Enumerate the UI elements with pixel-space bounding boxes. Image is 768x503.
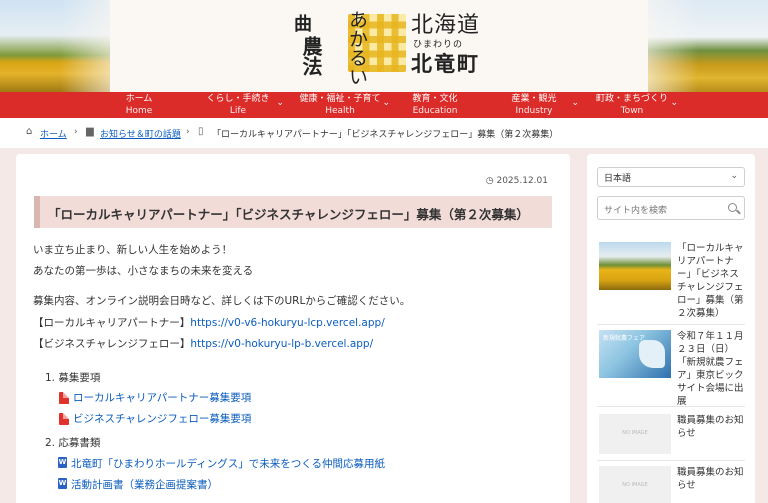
pdf-icon <box>59 413 69 425</box>
logo-kanji[interactable]: 曲 農法 <box>294 14 338 76</box>
article-card: ◷ 2025.12.01 「ローカルキャリアパートナー」「ビジネスチャレンジフェ… <box>16 154 570 503</box>
title-accent-bar <box>34 196 40 228</box>
folder-icon: ▆ <box>86 126 94 137</box>
divider <box>597 460 745 461</box>
nav-item-sublabel: Home <box>125 106 153 116</box>
post-thumbnail: NO IMAGE <box>599 466 671 503</box>
breadcrumb: ⌂ ホーム › ▆ お知らせ＆町の話題 › ▯ 「ローカルキャリアパートナー」「… <box>0 118 768 148</box>
logo-akarui: あかるい <box>346 10 368 86</box>
home-icon: ⌂ <box>26 126 33 137</box>
post-thumbnail: 新規就農フェア <box>599 330 671 378</box>
header-fade-left <box>60 0 140 92</box>
post-date: ◷ 2025.12.01 <box>486 176 548 186</box>
divider <box>597 324 745 325</box>
chevron-down-icon: ⌄ <box>276 98 284 108</box>
nav-item-life[interactable]: くらし・手続き Life ⌄ <box>198 92 284 118</box>
thumbnail-caption: 新規就農フェア <box>603 335 646 342</box>
section-heading-1: 1. 募集要項 <box>45 372 101 384</box>
breadcrumb-category-link[interactable]: お知らせ＆町の話題 <box>100 130 181 140</box>
nav-item-label: 産業・観光 <box>511 94 557 104</box>
nav-item-label: 町政・まちづくり <box>595 94 668 104</box>
site-logo[interactable]: 北海道 ひまわりの 北竜町 <box>411 13 481 77</box>
noimage-label: NO IMAGE <box>622 482 648 488</box>
sidebar-post[interactable]: NO IMAGE 職員募集のお知らせ <box>599 466 745 503</box>
nav-item-sublabel: Town <box>620 106 644 116</box>
word-icon: W <box>58 478 67 489</box>
nav-item-label: 健康・福祉・子育て <box>299 94 381 104</box>
breadcrumb-home-link[interactable]: ホーム <box>40 130 67 140</box>
breadcrumb-category[interactable]: お知らせ＆町の話題 <box>100 127 181 140</box>
logo-kanji-bottom: 農法 <box>299 36 323 76</box>
search-icon[interactable] <box>728 203 737 212</box>
search-placeholder: サイト内を検索 <box>604 206 668 216</box>
sidebar-post[interactable]: 「ローカルキャリアパートナー」「ビジネスチャレンジフェロー」募集（第２次募集） <box>599 242 745 319</box>
header-fade-right <box>618 0 698 92</box>
intro-text: 募集内容、オンライン説明会日時など、詳しくは下のURLからご確認ください。 <box>33 295 411 307</box>
sidebar: 日本語 ⌄ サイト内を検索 「ローカルキャリアパートナー」「ビジネスチャレンジフ… <box>587 154 755 503</box>
post-thumbnail: NO IMAGE <box>599 414 671 454</box>
language-select[interactable]: 日本語 ⌄ <box>597 167 745 187</box>
nav-item-label: 教育・文化 <box>412 94 458 104</box>
doc-link-application-form[interactable]: 北竜町「ひまわりホールディングス」で未来をつくる仲間応募用紙 <box>71 456 385 471</box>
nav-item-sublabel: Education <box>412 106 458 116</box>
sidebar-post[interactable]: NO IMAGE 職員募集のお知らせ <box>599 414 745 454</box>
post-title: 職員募集のお知らせ <box>677 467 744 491</box>
site-header: 曲 農法 あかるい 北海道 ひまわりの 北竜町 <box>0 0 768 92</box>
logo-kanji-top: 曲 <box>294 14 312 35</box>
nav-item-industry[interactable]: 産業・観光 Industry ⌄ <box>505 92 579 118</box>
pdf-icon <box>59 392 69 404</box>
post-date-text: 2025.12.01 <box>496 176 548 186</box>
divider <box>597 406 745 407</box>
nav-item-label: ホーム <box>125 94 153 104</box>
language-select-value: 日本語 <box>604 174 632 184</box>
hokkaido-map-graphic <box>639 340 665 368</box>
nav-item-sublabel: Industry <box>515 106 553 116</box>
post-title: 令和７年１１月２３日（日）「新規就農フェア」東京ビックサイト会場に出展 <box>677 331 744 407</box>
post-thumbnail <box>599 242 671 290</box>
nav-item-town[interactable]: 町政・まちづくり Town ⌄ <box>594 92 678 118</box>
nav-item-home[interactable]: ホーム Home <box>106 92 172 118</box>
breadcrumb-home[interactable]: ホーム <box>40 127 67 140</box>
link-line-2: 【ビジネスチャレンジフェロー】https://v0-hokuryu-lp-b.v… <box>33 336 373 351</box>
logo-himawari: ひまわりの <box>413 40 464 50</box>
logo-hokuryu: 北竜町 <box>411 52 480 76</box>
chevron-down-icon: ⌄ <box>730 171 738 181</box>
page-icon: ▯ <box>198 126 204 137</box>
sidebar-post[interactable]: 新規就農フェア 令和７年１１月２３日（日）「新規就農フェア」東京ビックサイト会場… <box>599 330 745 407</box>
lead-line-1: いま立ち止まり、新しい人生を始めよう！ <box>33 244 233 256</box>
doc-link-lcp-guidelines[interactable]: ローカルキャリアパートナー募集要項 <box>73 390 251 405</box>
article-title: 「ローカルキャリアパートナー」「ビジネスチャレンジフェロー」募集（第２次募集） <box>48 207 529 222</box>
noimage-label: NO IMAGE <box>622 430 648 436</box>
bcf-url-link[interactable]: https://v0-hokuryu-lp-b.vercel.app/ <box>190 338 373 350</box>
clock-icon: ◷ <box>485 176 494 186</box>
nav-item-label: くらし・手続き <box>206 94 270 104</box>
article-title-box: 「ローカルキャリアパートナー」「ビジネスチャレンジフェロー」募集（第２次募集） <box>34 196 552 228</box>
nav-item-education[interactable]: 教育・文化 Education <box>404 92 466 118</box>
section-heading-2: 2. 応募書類 <box>45 437 101 449</box>
chevron-down-icon: ⌄ <box>382 98 390 108</box>
chevron-down-icon: ⌄ <box>670 98 678 108</box>
lead-line-2: あなたの第一歩は、小さなまちの未来を変える <box>33 265 254 277</box>
chevron-down-icon: ⌄ <box>571 98 579 108</box>
nav-item-sublabel: Health <box>325 106 355 116</box>
link2-label: 【ビジネスチャレンジフェロー】 <box>33 338 191 350</box>
chevron-right-icon: › <box>74 127 78 137</box>
global-nav: ホーム Home くらし・手続き Life ⌄ 健康・福祉・子育て Health… <box>0 92 768 118</box>
chevron-right-icon: › <box>186 127 190 137</box>
breadcrumb-current: 「ローカルキャリアパートナー」「ビジネスチャレンジフェロー」募集（第２次募集） <box>212 130 559 140</box>
post-title: 「ローカルキャリアパートナー」「ビジネスチャレンジフェロー」募集（第２次募集） <box>677 243 744 319</box>
search-input[interactable]: サイト内を検索 <box>597 196 745 220</box>
doc-link-activity-plan[interactable]: 活動計画書（業務企画提案書） <box>71 477 218 492</box>
link-line-1: 【ローカルキャリアパートナー】https://v0-v6-hokuryu-lcp… <box>33 315 385 330</box>
lcp-url-link[interactable]: https://v0-v6-hokuryu-lcp.vercel.app/ <box>190 317 384 329</box>
logo-hokkaido: 北海道 <box>411 13 481 38</box>
word-icon: W <box>58 457 67 468</box>
nav-item-sublabel: Life <box>229 106 247 116</box>
nav-item-health[interactable]: 健康・福祉・子育て Health ⌄ <box>296 92 390 118</box>
link1-label: 【ローカルキャリアパートナー】 <box>33 317 191 329</box>
post-title: 職員募集のお知らせ <box>677 415 744 439</box>
doc-link-bcf-guidelines[interactable]: ビジネスチャレンジフェロー募集要項 <box>73 411 251 426</box>
